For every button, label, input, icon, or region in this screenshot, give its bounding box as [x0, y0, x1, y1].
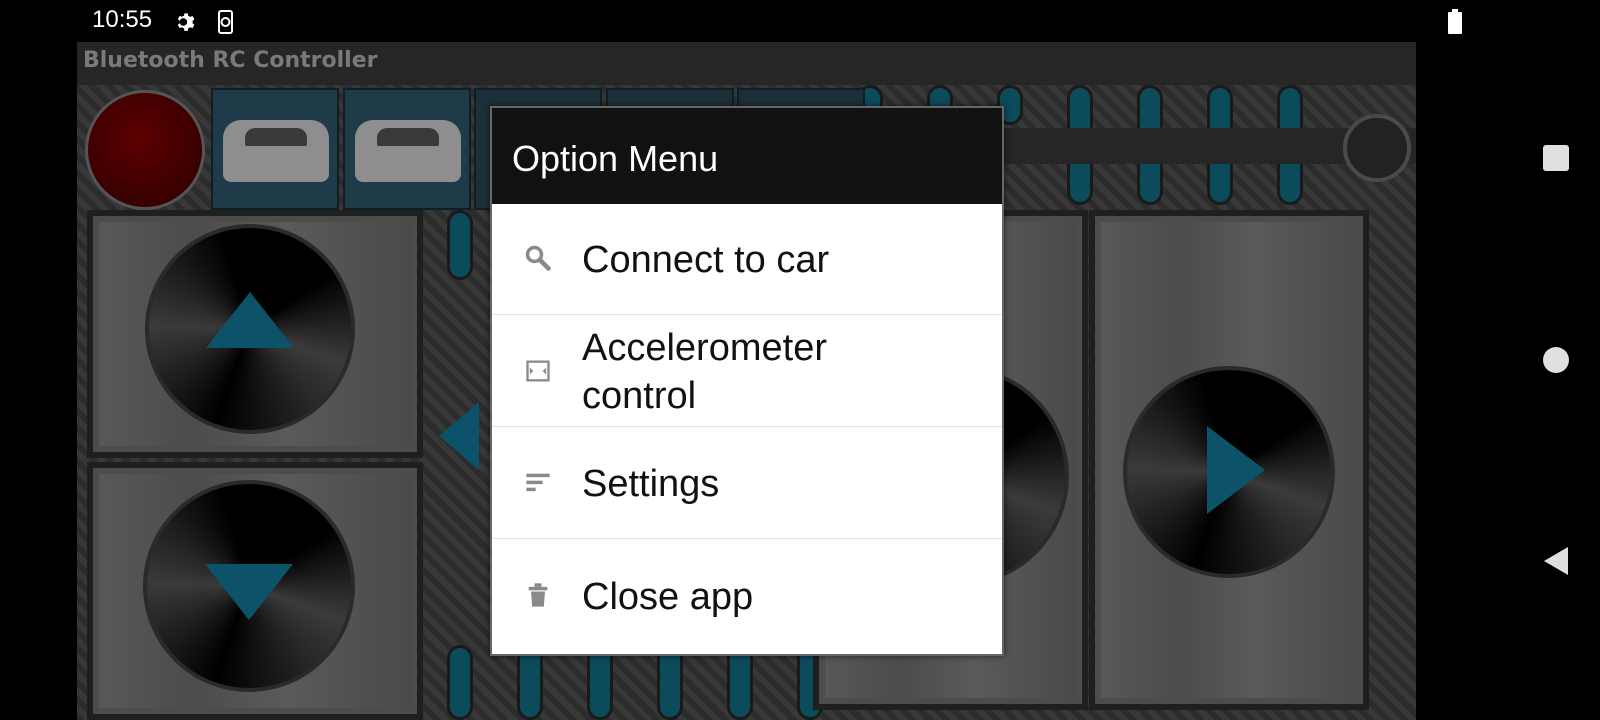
red-stop-button[interactable]	[85, 90, 205, 210]
menu-label-connect: Connect to car	[582, 239, 830, 281]
decor-pipe	[657, 645, 683, 720]
decor-pipe	[447, 645, 473, 720]
right-pad[interactable]	[1089, 210, 1369, 710]
arrow-right-icon	[1207, 426, 1265, 514]
forward-button[interactable]	[145, 224, 355, 434]
car-front-icon	[223, 120, 329, 182]
arrow-left-icon[interactable]	[439, 402, 479, 470]
phone-sync-icon	[214, 9, 238, 39]
app-title: Bluetooth RC Controller	[83, 48, 378, 73]
menu-label-close-app: Close app	[582, 576, 754, 618]
arrow-down-icon	[205, 564, 293, 620]
decor-pipe	[447, 210, 473, 280]
status-bar: 10:55	[0, 0, 1516, 42]
search-icon	[524, 244, 552, 272]
dialog-header: Option Menu	[492, 108, 1002, 204]
speedometer-icon	[1343, 114, 1411, 182]
menu-label-settings: Settings	[582, 463, 720, 505]
sort-icon	[524, 469, 552, 497]
home-button[interactable]	[1542, 346, 1574, 378]
backward-pad[interactable]	[87, 462, 423, 720]
decor-pipe	[517, 645, 543, 720]
decor-pipe	[587, 645, 613, 720]
car-back-icon	[355, 120, 461, 182]
nav-bar	[1516, 0, 1600, 720]
menu-item-connect[interactable]: Connect to car	[492, 204, 1002, 314]
arrow-up-icon	[206, 292, 294, 348]
rotate-icon	[524, 357, 552, 385]
battery-icon	[1447, 9, 1463, 39]
app-title-bar: Bluetooth RC Controller	[77, 42, 1416, 85]
dialog-title: Option Menu	[512, 138, 719, 179]
menu-item-close-app[interactable]: Close app	[492, 538, 1002, 654]
menu-label-accelerometer: Accelerometer control	[582, 327, 827, 417]
trash-icon	[524, 581, 552, 609]
status-time: 10:55	[92, 6, 153, 33]
front-lights-button[interactable]	[211, 88, 339, 210]
option-menu-dialog: Option Menu Connect to car Accelerometer…	[490, 106, 1004, 656]
recents-button[interactable]	[1542, 144, 1574, 176]
backward-button[interactable]	[143, 480, 355, 692]
back-button[interactable]	[1542, 546, 1574, 578]
decor-pipe	[727, 645, 753, 720]
menu-item-settings[interactable]: Settings	[492, 426, 1002, 538]
gear-icon	[173, 9, 199, 39]
menu-item-accelerometer[interactable]: Accelerometer control	[492, 314, 1002, 426]
right-button[interactable]	[1123, 366, 1335, 578]
back-lights-button[interactable]	[343, 88, 471, 210]
forward-pad[interactable]	[87, 210, 423, 458]
